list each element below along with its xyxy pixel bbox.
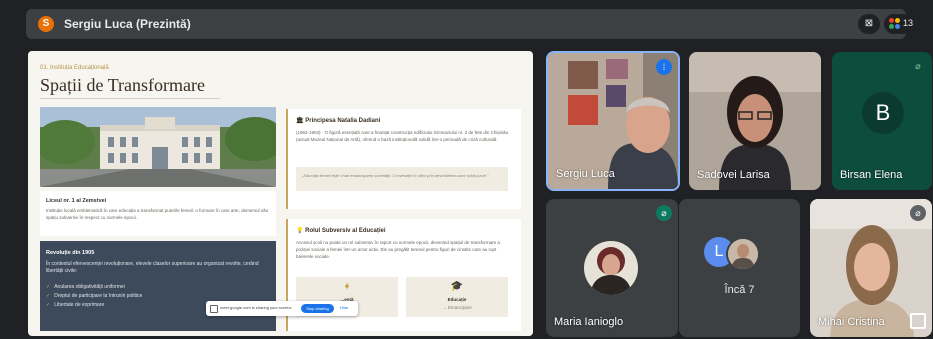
role-card-heading: 💡 Rolul Subversiv al Educației (296, 228, 386, 234)
picture-in-picture-icon[interactable] (910, 313, 926, 329)
check-icon: ✓ (46, 302, 51, 308)
participant-tile-mihai[interactable]: ⌀ Mihai Cristina (810, 199, 932, 337)
presenter-label: Sergiu Luca (Prezintă) (64, 17, 191, 31)
participants-count: 13 (903, 18, 914, 28)
avatar: B (862, 92, 904, 134)
check-icon: ✓ (46, 284, 51, 290)
participant-tile-sergiu[interactable]: ⁞ Sergiu Luca (546, 51, 680, 191)
slide-kicker: 01. Instituția Educațională (40, 65, 109, 71)
participant-name: Sergiu Luca (556, 168, 615, 180)
more-participants-label: Încă 7 (724, 284, 755, 296)
presenter-bar: S Sergiu Luca (Prezintă) ⊠ 13 (26, 9, 914, 39)
participant-tile-sadovei[interactable]: Sadovei Larisa (689, 52, 821, 190)
mic-off-icon: ⌀ (656, 205, 672, 221)
title-divider (40, 98, 220, 99)
stop-sharing-button[interactable]: Stop sharing (301, 304, 334, 313)
screen-share-icon (210, 305, 218, 313)
revolution-card-text: În contextul efervescenței revoluționare… (46, 261, 259, 274)
building-photo (40, 107, 276, 187)
participant-name: Sadovei Larisa (697, 169, 770, 181)
slide-title: Spații de Transformare (40, 75, 205, 95)
shared-screen: 01. Instituția Educațională Spații de Tr… (28, 51, 533, 336)
revolution-list: ✓ Anularea obligativității uniformei ✓ Dre… (46, 283, 142, 310)
graduation-cap-icon: 🎓 (450, 281, 464, 292)
list-item: ✓ Libertate de exprimare (46, 302, 105, 308)
stop-presenting-button[interactable]: ⊠ (858, 14, 880, 34)
diamond-icon: ♦ (344, 281, 350, 292)
participant-name: Mihai Cristina (818, 316, 885, 328)
participant-name: Maria Ianioglo (554, 316, 624, 328)
mic-off-icon: ⌀ (915, 61, 921, 71)
building-icon: 🏛 (296, 118, 304, 124)
revolution-card: Revoluție din 1905 În contextul efervesc… (40, 241, 276, 331)
participant-tile-maria[interactable]: ⌀ Maria Ianioglo (546, 199, 678, 337)
school-card-text: Instituție locală emblematică în care ed… (46, 208, 269, 220)
mic-off-icon: ⌀ (910, 205, 926, 221)
screen-sharing-bar: meet.google.com is sharing your screen. … (206, 301, 358, 316)
list-item: ✓ Dreptul de participare la întruniri pol… (46, 293, 143, 299)
quote-block: „Educația femeii este chiar emanciparea … (296, 167, 508, 191)
check-icon: ✓ (46, 293, 51, 299)
school-card-heading: Liceul nr. 1 al Zemstvei (46, 198, 107, 204)
role-box-right: 🎓 Educație → Emancipare (406, 277, 508, 317)
participant-name: Birsan Elena (840, 169, 903, 181)
role-card-text: Accesul școli nu poate un rol subversiv … (296, 240, 500, 259)
lightbulb-icon: 💡 (296, 228, 304, 234)
sharing-message: meet.google.com is sharing your screen. (220, 305, 293, 310)
presenter-avatar: S (38, 16, 54, 32)
participants-button[interactable]: 13 (884, 14, 914, 34)
avatar (584, 241, 638, 295)
hide-button[interactable]: Hide (340, 305, 348, 310)
list-item: ✓ Anularea obligativității uniformei (46, 284, 125, 290)
avatar (726, 237, 760, 271)
present-off-icon: ⊠ (864, 18, 874, 29)
princess-card-text: (1862-1903) · O figură esențială care a … (296, 130, 509, 142)
school-card: Liceul nr. 1 al Zemstvei Instituție loca… (40, 191, 276, 236)
princess-card: 🏛 Principesa Natalia Dadiani (1862-1903)… (286, 109, 521, 209)
speaking-indicator-icon: ⁞ (656, 59, 672, 75)
more-participants-tile[interactable]: L Încă 7 (679, 199, 800, 337)
princess-card-heading: 🏛 Principesa Natalia Dadiani (296, 118, 381, 124)
people-icon (889, 18, 901, 30)
participant-tile-birsan[interactable]: ⌀ B Birsan Elena (832, 52, 932, 190)
quote-text: „Educația femeii este chiar emanciparea … (302, 173, 489, 178)
revolution-card-heading: Revoluție din 1905 (46, 250, 95, 256)
